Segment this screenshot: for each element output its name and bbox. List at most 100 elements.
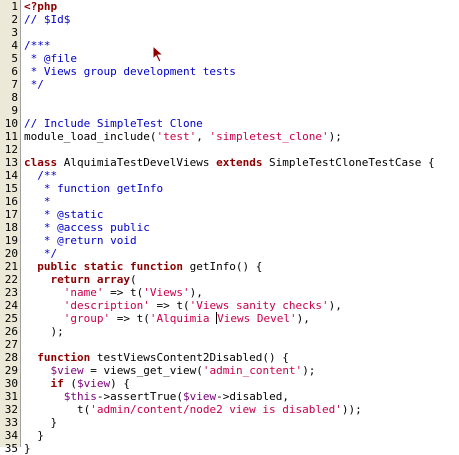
line-number: 35 [4, 442, 18, 455]
code-line[interactable]: * @file [24, 52, 459, 65]
code-token: public static function [37, 260, 183, 273]
code-line[interactable]: $this->assertTrue($view->disabled, [24, 390, 459, 403]
line-number: 34 [4, 429, 18, 442]
code-token: */ [24, 247, 58, 260]
code-token: <?php [24, 0, 58, 13]
code-token: if [50, 377, 64, 390]
code-token: } [24, 416, 58, 429]
code-line[interactable]: 'description' => t('Views sanity checks'… [24, 299, 459, 312]
code-token: )); [341, 403, 362, 416]
line-number: 8 [11, 91, 18, 104]
code-line[interactable]: ); [24, 325, 459, 338]
line-number: 21 [4, 260, 18, 273]
code-line[interactable]: class AlquimiaTestDevelViews extends Sim… [24, 156, 459, 169]
code-line[interactable] [24, 104, 459, 117]
code-token: 'test' [156, 130, 197, 143]
code-line[interactable]: t('admin/content/node2 view is disabled'… [24, 403, 459, 416]
code-token: // $Id$ [24, 13, 71, 26]
code-line[interactable]: // Include SimpleTest Clone [24, 117, 459, 130]
code-token: getInfo() { [182, 260, 263, 273]
line-number: 5 [11, 52, 18, 65]
code-line[interactable]: } [24, 416, 459, 429]
code-line[interactable]: * @access public [24, 221, 459, 234]
line-number: 32 [4, 403, 18, 416]
code-token: * [24, 195, 51, 208]
line-number: 6 [11, 65, 18, 78]
code-token: => t( [149, 299, 190, 312]
code-token: return array [50, 273, 130, 286]
code-line[interactable]: return array( [24, 273, 459, 286]
code-token: ); [24, 325, 64, 338]
line-number: 27 [4, 338, 18, 351]
code-line[interactable]: */ [24, 78, 459, 91]
line-number: 2 [11, 13, 18, 26]
code-line[interactable]: /** [24, 169, 459, 182]
code-token: * @access public [24, 221, 150, 234]
code-token: testViewsContent2Disabled() { [90, 351, 289, 364]
code-token: $this [63, 390, 97, 403]
code-token: /*** [24, 39, 51, 52]
line-number: 29 [4, 364, 18, 377]
code-token: * @file [24, 52, 77, 65]
line-number: 12 [4, 143, 18, 156]
code-token: ); [328, 130, 342, 143]
code-line[interactable]: if ($view) { [24, 377, 459, 390]
code-line[interactable] [24, 143, 459, 156]
code-token: /** [24, 169, 58, 182]
code-token: $view [182, 390, 217, 403]
code-token: 'admin/content/node2 view is disabled' [90, 403, 342, 416]
code-token: * @return void [24, 234, 137, 247]
code-line[interactable]: * Views group development tests [24, 65, 459, 78]
code-line[interactable]: * @static [24, 208, 459, 221]
code-line[interactable]: } [24, 442, 459, 455]
code-line[interactable]: // $Id$ [24, 13, 459, 26]
code-line[interactable]: * @return void [24, 234, 459, 247]
code-line[interactable]: function testViewsContent2Disabled() { [24, 351, 459, 364]
code-token: } [24, 429, 44, 442]
code-token: 'Views sanity checks' [189, 299, 329, 312]
code-area[interactable]: <?php// $Id$/*** * @file * Views group d… [21, 0, 459, 455]
code-token: ), [328, 299, 342, 312]
code-line[interactable]: 'group' => t('Alquimia Views Devel'), [24, 312, 459, 325]
code-token: 'Views' [143, 286, 190, 299]
code-line[interactable] [24, 26, 459, 39]
line-number: 13 [4, 156, 18, 169]
line-number: 25 [4, 312, 18, 325]
code-line[interactable]: 'name' => t('Views'), [24, 286, 459, 299]
code-line[interactable]: */ [24, 247, 459, 260]
code-token: $view [50, 364, 84, 377]
line-number: 17 [4, 208, 18, 221]
line-number: 1 [11, 0, 18, 13]
code-editor[interactable]: 1 2 3 4 5 6 7 8 9 10 11 12 13 14 15 16 17 18 19 20 21 22 23 24 2… [0, 0, 459, 455]
code-token: */ [24, 78, 44, 91]
line-number: 22 [4, 273, 18, 286]
code-token: ->disabled, [216, 390, 289, 403]
line-number: 7 [11, 78, 18, 91]
code-token: t( [24, 403, 91, 416]
code-line[interactable] [24, 338, 459, 351]
mouse-pointer-icon [152, 45, 165, 63]
code-line[interactable]: $view = views_get_view('admin_content'); [24, 364, 459, 377]
code-token: 'name' [63, 286, 104, 299]
code-line[interactable]: * function getInfo [24, 182, 459, 195]
line-number: 10 [4, 117, 18, 130]
code-line[interactable]: <?php [24, 0, 459, 13]
line-number: 31 [4, 390, 18, 403]
code-token: ), [296, 312, 310, 325]
code-line[interactable]: public static function getInfo() { [24, 260, 459, 273]
code-line[interactable]: * [24, 195, 459, 208]
line-number: 14 [4, 169, 18, 182]
code-line[interactable]: module_load_include('test', 'simpletest_… [24, 130, 459, 143]
code-line[interactable]: } [24, 429, 459, 442]
code-token: module_load_include( [24, 130, 157, 143]
line-number: 16 [4, 195, 18, 208]
code-token: class [24, 156, 58, 169]
code-line[interactable]: /*** [24, 39, 459, 52]
code-line[interactable] [24, 91, 459, 104]
code-token: => t( [110, 312, 150, 325]
code-token: 'Alquimia [149, 312, 217, 325]
code-token: ( [129, 273, 137, 286]
